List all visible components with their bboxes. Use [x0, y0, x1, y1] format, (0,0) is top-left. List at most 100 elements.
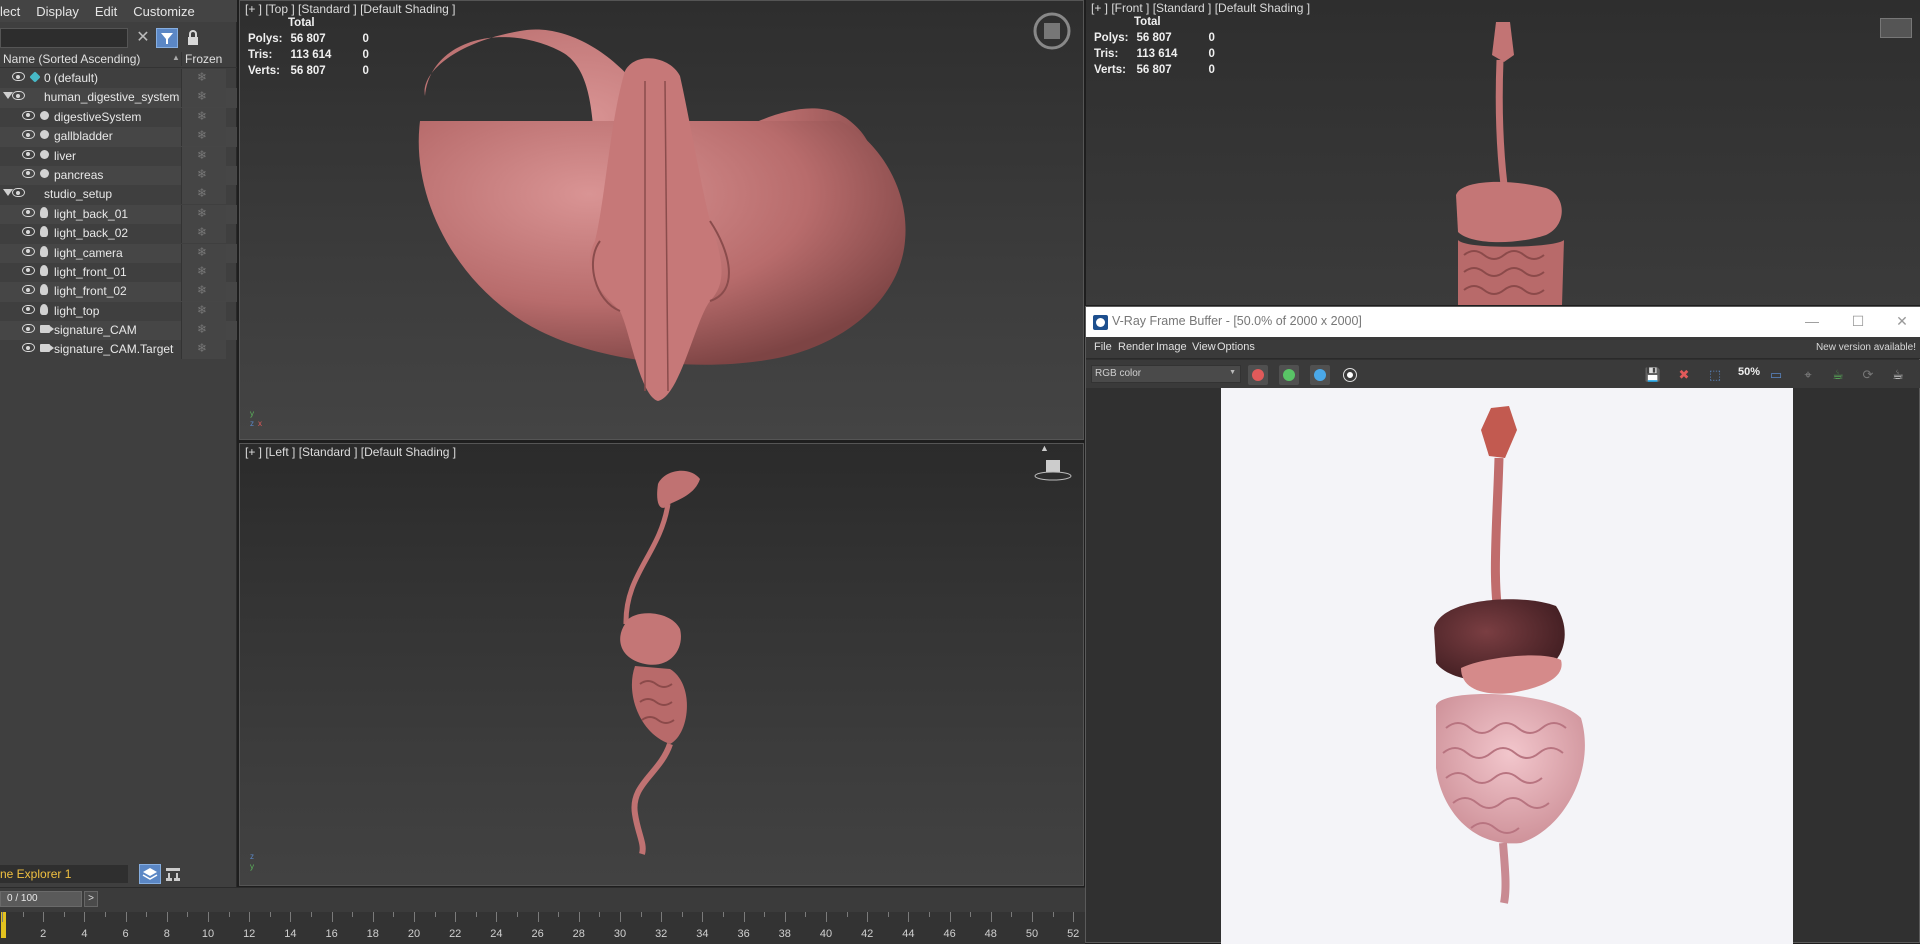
sort-by-layer-button[interactable]	[139, 864, 161, 884]
next-frame-button[interactable]: >	[84, 891, 98, 907]
visibility-eye-icon[interactable]	[22, 324, 35, 334]
region-render-icon[interactable]: ▭	[1764, 364, 1788, 386]
visibility-eye-icon[interactable]	[22, 246, 35, 256]
tree-row[interactable]: liver ❄	[0, 146, 237, 166]
save-image-icon[interactable]: 💾	[1641, 364, 1665, 386]
visibility-eye-icon[interactable]	[22, 227, 35, 237]
menu-display[interactable]: Display	[28, 4, 87, 19]
vfb-menu-render[interactable]: Render	[1118, 341, 1154, 353]
frozen-toggle[interactable]: ❄	[181, 107, 226, 127]
viewcube-icon[interactable]: ▲	[1030, 444, 1080, 489]
frozen-toggle[interactable]: ❄	[181, 204, 226, 224]
zoom-level[interactable]: 50%	[1738, 366, 1760, 378]
tree-row[interactable]: studio_setup ❄	[0, 185, 237, 205]
timeline-tick-label: 8	[163, 928, 170, 940]
timeline-tick-label: 50	[1025, 928, 1039, 940]
snowflake-icon: ❄	[197, 244, 208, 259]
viewcube-icon[interactable]	[1880, 18, 1912, 38]
frozen-toggle[interactable]: ❄	[181, 243, 226, 263]
tree-row[interactable]: signature_CAM.Target ❄	[0, 340, 237, 360]
tree-row[interactable]: light_camera ❄	[0, 243, 237, 263]
render-icon[interactable]: ☕	[1826, 364, 1850, 386]
filter-toggle-button[interactable]	[156, 28, 178, 48]
column-name-header[interactable]: Name (Sorted Ascending)	[3, 52, 140, 66]
frozen-toggle[interactable]: ❄	[181, 165, 226, 185]
geometry-icon	[40, 149, 49, 159]
viewport-front[interactable]: [+ ] [Front ] [Standard ] [Default Shadi…	[1086, 0, 1920, 305]
close-icon[interactable]: ✕	[1886, 311, 1918, 331]
clear-image-icon[interactable]: ✖	[1672, 364, 1696, 386]
frozen-toggle[interactable]: ❄	[181, 321, 226, 341]
frozen-toggle[interactable]: ❄	[181, 127, 226, 147]
render-image[interactable]	[1221, 388, 1793, 944]
vfb-menu-image[interactable]: Image	[1156, 341, 1187, 353]
tree-row[interactable]: human_digestive_system ❄	[0, 88, 237, 108]
new-version-notice[interactable]: New version available!	[1816, 342, 1916, 353]
visibility-eye-icon[interactable]	[22, 207, 35, 217]
channel-select-value: RGB color	[1095, 368, 1142, 379]
vfb-menubar: File Render Image View Options New versi…	[1086, 337, 1920, 359]
frozen-toggle[interactable]: ❄	[181, 146, 226, 166]
hierarchy-icon[interactable]	[164, 865, 182, 883]
blue-channel-button[interactable]	[1310, 365, 1330, 385]
time-slider[interactable]: 0 / 100	[0, 891, 82, 907]
visibility-eye-icon[interactable]	[12, 91, 25, 101]
visibility-eye-icon[interactable]	[22, 304, 35, 314]
frozen-toggle[interactable]: ❄	[181, 340, 226, 360]
menu-customize[interactable]: Customize	[125, 4, 202, 19]
maximize-icon[interactable]: ☐	[1842, 311, 1874, 331]
render-last-icon[interactable]: ☕	[1886, 364, 1910, 386]
frozen-toggle[interactable]: ❄	[181, 262, 226, 282]
search-input[interactable]	[0, 28, 128, 48]
visibility-eye-icon[interactable]	[12, 188, 25, 198]
tree-row[interactable]: gallbladder ❄	[0, 127, 237, 147]
visibility-eye-icon[interactable]	[22, 110, 35, 120]
snowflake-icon: ❄	[197, 147, 208, 162]
vfb-menu-file[interactable]: File	[1094, 341, 1112, 353]
viewport-left[interactable]: [+ ] [Left ] [Standard ] [Default Shadin…	[239, 443, 1084, 886]
tree-row[interactable]: pancreas ❄	[0, 165, 237, 186]
red-channel-button[interactable]	[1248, 365, 1268, 385]
tree-row-label: light_front_02	[54, 284, 127, 299]
visibility-eye-icon[interactable]	[22, 168, 35, 178]
tree-row[interactable]: digestiveSystem ❄	[0, 107, 237, 127]
vfb-menu-options[interactable]: Options	[1217, 341, 1255, 353]
vfb-titlebar[interactable]: V-Ray Frame Buffer - [50.0% of 2000 x 20…	[1086, 307, 1920, 337]
interactive-render-icon[interactable]: ⟳	[1856, 364, 1880, 386]
tree-row[interactable]: signature_CAM ❄	[0, 321, 237, 341]
clear-search-icon[interactable]: ✕	[134, 29, 152, 47]
frozen-toggle[interactable]: ❄	[181, 301, 226, 321]
visibility-eye-icon[interactable]	[22, 285, 35, 295]
tree-row-label: gallbladder	[54, 129, 113, 144]
tree-row[interactable]: 0 (default) ❄	[0, 69, 237, 88]
tree-row[interactable]: light_back_02 ❄	[0, 224, 237, 244]
frozen-toggle[interactable]: ❄	[181, 69, 226, 88]
lock-icon[interactable]	[184, 29, 202, 47]
viewcube-icon[interactable]	[1030, 9, 1074, 53]
green-channel-button[interactable]	[1279, 365, 1299, 385]
tree-row[interactable]: light_top ❄	[0, 301, 237, 321]
frozen-toggle[interactable]: ❄	[181, 185, 226, 205]
frozen-toggle[interactable]: ❄	[181, 282, 226, 302]
explorer-name-dropdown[interactable]: ne Explorer 1	[0, 865, 128, 883]
menu-edit[interactable]: Edit	[87, 4, 125, 19]
visibility-eye-icon[interactable]	[22, 343, 35, 353]
tree-row[interactable]: light_front_01 ❄	[0, 262, 237, 282]
tree-row[interactable]: light_back_01 ❄	[0, 204, 237, 225]
menu-select[interactable]: lect	[0, 4, 28, 19]
channel-select[interactable]: RGB color ▼	[1091, 365, 1241, 383]
visibility-eye-icon[interactable]	[12, 72, 25, 81]
frozen-toggle[interactable]: ❄	[181, 224, 226, 244]
visibility-eye-icon[interactable]	[22, 265, 35, 275]
track-mouse-icon[interactable]: ⌖	[1796, 364, 1820, 386]
column-frozen-header[interactable]: Frozen	[181, 52, 237, 66]
minimize-icon[interactable]: —	[1796, 311, 1828, 331]
frozen-toggle[interactable]: ❄	[181, 88, 226, 108]
viewport-top[interactable]: [+ ] [Top ] [Standard ] [Default Shading…	[239, 0, 1084, 440]
alpha-channel-button[interactable]	[1340, 365, 1360, 385]
tree-row[interactable]: light_front_02 ❄	[0, 282, 237, 302]
visibility-eye-icon[interactable]	[22, 149, 35, 159]
vfb-menu-view[interactable]: View	[1192, 341, 1216, 353]
visibility-eye-icon[interactable]	[22, 130, 35, 140]
region-select-icon[interactable]: ⬚	[1703, 364, 1727, 386]
